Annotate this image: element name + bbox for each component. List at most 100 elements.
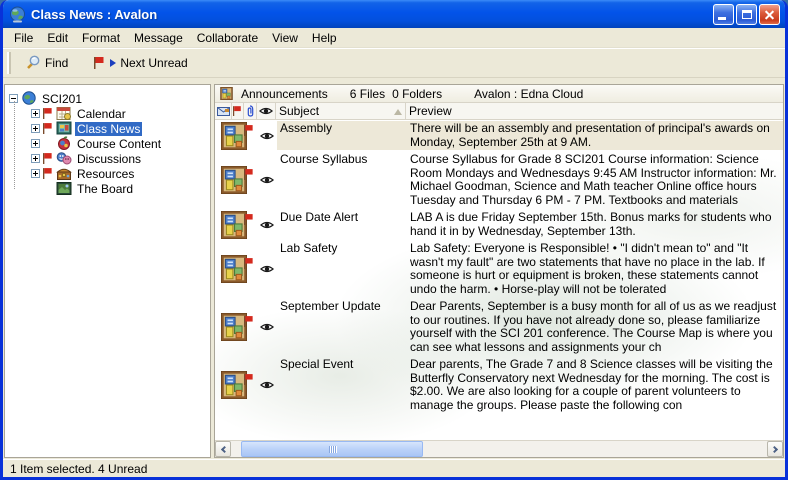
unread-flag-icon [244, 125, 254, 137]
panel-header: Announcements 6 Files 0 Folders Avalon :… [215, 85, 783, 103]
unread-flag-icon [43, 168, 53, 180]
unread-flag-icon [244, 316, 254, 328]
content-icon [56, 136, 72, 151]
column-viewed[interactable] [257, 103, 276, 119]
message-row-special-event[interactable]: Special Event Dear parents, The Grade 7 … [215, 356, 783, 414]
message-subject: Special Event [277, 357, 407, 413]
folders-count: 0 Folders [392, 87, 442, 101]
board-picture-icon [56, 181, 72, 196]
viewed-eye-icon [260, 220, 274, 230]
message-row-september-update[interactable]: September Update Dear Parents, September… [215, 298, 783, 356]
message-subject: Assembly [277, 121, 407, 150]
message-list-panel: Announcements 6 Files 0 Folders Avalon :… [214, 84, 784, 458]
tree-item-the-board[interactable]: The Board [31, 181, 208, 196]
tree-label-sci201: SCI201 [40, 92, 84, 106]
message-row-lab-safety[interactable]: Lab Safety Lab Safety: Everyone is Respo… [215, 240, 783, 298]
discussions-icon [56, 151, 72, 166]
app-window: Class News : Avalon File Edit Format Mes… [0, 0, 788, 480]
viewed-eye-icon [260, 175, 274, 185]
window-title: Class News : Avalon [31, 7, 713, 22]
flag-icon [233, 106, 242, 117]
tree-label-the-board: The Board [75, 182, 135, 196]
bulletin-board-icon [219, 87, 234, 100]
status-bar: 1 Item selected. 4 Unread [3, 459, 785, 477]
menu-help[interactable]: Help [305, 29, 344, 47]
menu-edit[interactable]: Edit [40, 29, 75, 47]
maximize-icon [742, 10, 752, 19]
viewed-eye-icon [260, 264, 274, 274]
horizontal-scrollbar[interactable] [215, 440, 783, 457]
expand-icon[interactable] [31, 124, 40, 133]
tree-item-discussions[interactable]: Discussions [31, 151, 208, 166]
find-button[interactable]: Find [17, 52, 76, 74]
menu-message[interactable]: Message [127, 29, 190, 47]
message-row-assembly[interactable]: Assembly There will be an assembly and p… [215, 120, 783, 151]
tree-label-class-news: Class News [75, 122, 142, 136]
content-area: SCI201 Calendar [3, 78, 785, 459]
globe-icon [21, 91, 37, 106]
column-envelope[interactable] [215, 103, 232, 119]
unread-flag-icon [94, 57, 105, 70]
tree-label-discussions: Discussions [75, 152, 143, 166]
menu-bar: File Edit Format Message Collaborate Vie… [3, 28, 785, 48]
message-preview: Lab Safety: Everyone is Responsible! • "… [407, 241, 783, 297]
message-preview: Course Syllabus for Grade 8 SCI201 Cours… [407, 152, 783, 208]
tree-label-course-content: Course Content [75, 137, 163, 151]
toolbar-drag-handle[interactable] [7, 52, 11, 74]
menu-format[interactable]: Format [75, 29, 127, 47]
calendar-icon [56, 106, 72, 121]
menu-file[interactable]: File [7, 29, 40, 47]
column-flag[interactable] [232, 103, 244, 119]
message-subject: September Update [277, 299, 407, 355]
unread-flag-icon [43, 108, 53, 120]
column-subject[interactable]: Subject [276, 103, 406, 119]
tree-item-sci201[interactable]: SCI201 [9, 91, 208, 106]
message-subject: Due Date Alert [277, 210, 407, 239]
tree-label-resources: Resources [75, 167, 136, 181]
expand-icon[interactable] [31, 109, 40, 118]
panel-location: Avalon : Edna Cloud [474, 87, 583, 101]
sort-ascending-icon [394, 109, 402, 115]
expand-icon[interactable] [31, 169, 40, 178]
files-count: 6 Files [350, 87, 385, 101]
message-subject: Lab Safety [277, 241, 407, 297]
scroll-right-button[interactable] [767, 441, 783, 457]
expand-icon[interactable] [31, 139, 40, 148]
column-header-row: Subject Preview [215, 103, 783, 120]
menu-view[interactable]: View [265, 29, 305, 47]
message-subject: Course Syllabus [277, 152, 407, 208]
tree-item-course-content[interactable]: Course Content [31, 136, 208, 151]
panel-title: Announcements [241, 87, 328, 101]
expand-icon[interactable] [31, 154, 40, 163]
tree-item-calendar[interactable]: Calendar [31, 106, 208, 121]
next-unread-label: Next Unread [120, 56, 187, 70]
paperclip-icon [246, 105, 254, 117]
viewed-eye-icon [260, 131, 274, 141]
conference-tree: SCI201 Calendar [4, 84, 211, 458]
menu-collaborate[interactable]: Collaborate [190, 29, 265, 47]
tree-item-resources[interactable]: Resources [31, 166, 208, 181]
unread-flag-icon [43, 123, 53, 135]
next-unread-button[interactable]: Next Unread [86, 53, 195, 73]
toolbar: Find Next Unread [3, 48, 785, 78]
column-attachment[interactable] [244, 103, 257, 119]
message-row-due-date-alert[interactable]: Due Date Alert LAB A is due Friday Septe… [215, 209, 783, 240]
unread-flag-icon [244, 258, 254, 270]
scrollbar-thumb[interactable] [241, 441, 423, 457]
unread-flag-icon [43, 153, 53, 165]
message-preview: Dear Parents, September is a busy month … [407, 299, 783, 355]
close-button[interactable] [759, 4, 780, 25]
scroll-left-button[interactable] [215, 441, 231, 457]
maximize-button[interactable] [736, 4, 757, 25]
message-row-course-syllabus[interactable]: Course Syllabus Course Syllabus for Grad… [215, 151, 783, 209]
column-preview[interactable]: Preview [406, 103, 783, 119]
resources-icon [56, 166, 72, 181]
minimize-icon [718, 17, 726, 20]
title-bar[interactable]: Class News : Avalon [3, 0, 785, 28]
next-arrow-icon [110, 59, 116, 67]
tree-item-class-news[interactable]: Class News [31, 121, 208, 136]
magnifier-icon [25, 55, 41, 71]
status-text: 1 Item selected. 4 Unread [10, 462, 147, 476]
minimize-button[interactable] [713, 4, 734, 25]
tree-label-calendar: Calendar [75, 107, 128, 121]
